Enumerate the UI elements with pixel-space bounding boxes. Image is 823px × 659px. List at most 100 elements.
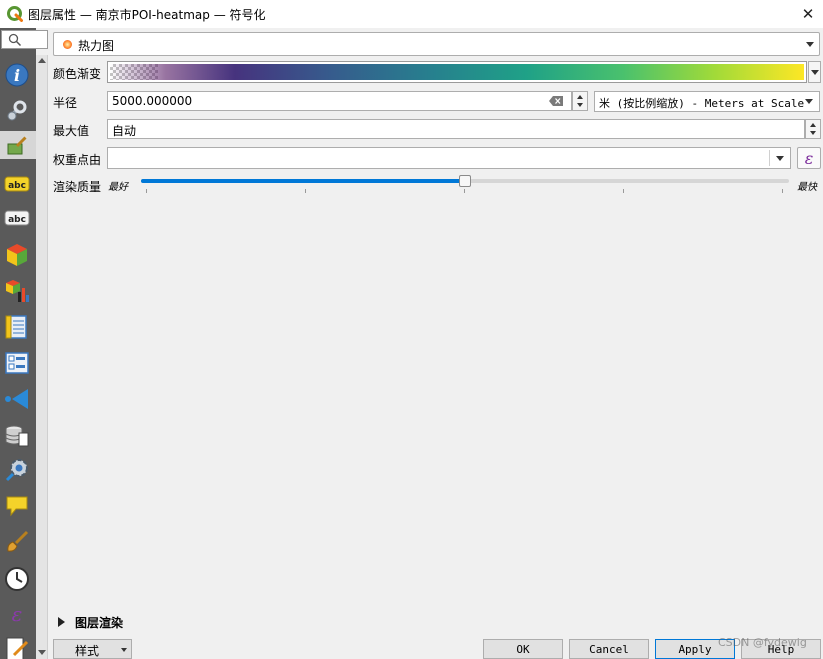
weight-label: 权重点由 bbox=[53, 153, 102, 167]
svg-text:i: i bbox=[14, 66, 20, 85]
diagrams-icon bbox=[6, 280, 29, 302]
quality-label: 渲染质量 bbox=[53, 180, 102, 194]
close-icon: ✕ bbox=[801, 5, 815, 23]
divider bbox=[769, 150, 770, 166]
color-ramp-menu-button[interactable] bbox=[808, 61, 821, 83]
variables-icon: ε bbox=[12, 602, 23, 626]
max-value-spinbox-buttons[interactable] bbox=[805, 119, 821, 139]
scroll-up-arrow-icon[interactable] bbox=[38, 58, 46, 63]
sidebar-item-fields[interactable] bbox=[3, 313, 31, 341]
quality-max-label: 最快 bbox=[797, 182, 817, 193]
ok-button[interactable]: OK bbox=[483, 639, 563, 659]
renderer-type-combo[interactable]: 热力图 bbox=[53, 32, 820, 56]
cancel-button-label: Cancel bbox=[589, 642, 629, 656]
sidebar-item-joins[interactable] bbox=[3, 385, 31, 413]
layer-rendering-section[interactable]: 图层渲染 bbox=[75, 614, 123, 631]
sidebar-item-diagrams[interactable] bbox=[3, 277, 31, 305]
spin-down-icon[interactable] bbox=[810, 131, 816, 135]
labels-icon: abc bbox=[4, 176, 30, 192]
apply-button-label: Apply bbox=[678, 642, 712, 656]
symbology-icon bbox=[7, 133, 31, 155]
slider-tick bbox=[464, 189, 465, 193]
expand-arrow-icon[interactable] bbox=[58, 617, 65, 627]
sidebar-item-labels[interactable]: abc bbox=[3, 170, 31, 198]
watermark: CSDN @fydewig bbox=[718, 636, 807, 649]
spin-down-icon[interactable] bbox=[577, 103, 583, 107]
clear-icon[interactable] bbox=[549, 96, 563, 106]
actions-icon bbox=[5, 459, 28, 482]
source-icon bbox=[7, 100, 27, 121]
slider-tick bbox=[146, 189, 147, 193]
information-icon: i bbox=[5, 63, 29, 87]
radius-value: 5000.000000 bbox=[112, 94, 193, 108]
radius-spinbox-buttons[interactable] bbox=[572, 91, 588, 111]
color-ramp-label: 颜色渐变 bbox=[53, 67, 102, 81]
search-icon bbox=[8, 33, 22, 47]
style-button-label: 样式 bbox=[75, 644, 100, 658]
3d-view-icon bbox=[7, 244, 27, 266]
sidebar-item-temporal[interactable] bbox=[3, 565, 31, 593]
sidebar-item-actions[interactable] bbox=[3, 455, 31, 483]
sidebar-item-display[interactable] bbox=[3, 492, 31, 520]
expression-button[interactable]: ε bbox=[797, 147, 821, 169]
qgis-logo-icon bbox=[7, 6, 23, 22]
max-value-input[interactable]: 自动 bbox=[107, 119, 805, 139]
svg-text:ε: ε bbox=[12, 602, 23, 626]
sidebar-item-attributes-form[interactable] bbox=[3, 349, 31, 377]
slider-tick bbox=[782, 189, 783, 193]
sidebar-scrollbar[interactable] bbox=[36, 55, 48, 659]
color-ramp-button[interactable] bbox=[107, 61, 807, 83]
auxiliary-storage-icon bbox=[5, 425, 29, 447]
sidebar-item-metadata[interactable] bbox=[3, 634, 31, 659]
rendering-icon bbox=[7, 530, 29, 552]
chevron-down-icon bbox=[811, 70, 819, 75]
chevron-down-icon bbox=[805, 99, 813, 104]
sidebar-item-rendering[interactable] bbox=[3, 528, 31, 556]
radius-unit-value: 米 (按比例缩放) - Meters at Scale bbox=[599, 97, 805, 110]
sidebar-item-symbology[interactable] bbox=[0, 131, 36, 159]
heatmap-renderer-icon bbox=[63, 40, 72, 49]
slider-tick bbox=[305, 189, 306, 193]
window-title: 图层属性 — 南京市POI-heatmap — 符号化 bbox=[28, 8, 266, 22]
slider-tick bbox=[623, 189, 624, 193]
chevron-down-icon bbox=[806, 42, 814, 47]
close-button[interactable]: ✕ bbox=[793, 0, 823, 28]
joins-icon bbox=[5, 389, 28, 409]
sidebar-item-auxiliary-storage[interactable] bbox=[3, 421, 31, 449]
spin-up-icon[interactable] bbox=[577, 95, 583, 99]
sidebar-search-input[interactable] bbox=[1, 30, 48, 49]
chevron-down-icon bbox=[121, 648, 127, 652]
metadata-icon bbox=[6, 637, 29, 659]
color-ramp-preview bbox=[110, 64, 804, 80]
radius-label: 半径 bbox=[53, 96, 78, 110]
quality-slider-fill bbox=[141, 179, 465, 183]
masks-icon: abc bbox=[4, 210, 30, 226]
title-bar: 图层属性 — 南京市POI-heatmap — 符号化 ✕ bbox=[0, 0, 823, 28]
svg-text:abc: abc bbox=[8, 181, 26, 191]
sidebar-item-3d-view[interactable] bbox=[3, 241, 31, 269]
quality-min-label: 最好 bbox=[108, 182, 128, 193]
quality-slider-handle[interactable] bbox=[459, 175, 471, 187]
sidebar-item-information[interactable]: i bbox=[3, 61, 31, 89]
expression-icon: ε bbox=[804, 148, 814, 168]
weight-field-combo[interactable] bbox=[107, 147, 791, 169]
style-button[interactable]: 样式 bbox=[53, 639, 132, 659]
temporal-icon bbox=[5, 567, 29, 591]
max-value-value: 自动 bbox=[112, 124, 137, 138]
sidebar-item-masks[interactable]: abc bbox=[3, 204, 31, 232]
fields-icon bbox=[5, 315, 27, 339]
svg-text:abc: abc bbox=[8, 215, 26, 225]
chevron-down-icon bbox=[776, 156, 784, 161]
radius-input[interactable]: 5000.000000 bbox=[107, 91, 572, 111]
attributes-form-icon bbox=[5, 352, 29, 374]
cancel-button[interactable]: Cancel bbox=[569, 639, 649, 659]
ok-button-label: OK bbox=[516, 642, 530, 656]
spin-up-icon[interactable] bbox=[810, 123, 816, 127]
radius-unit-combo[interactable]: 米 (按比例缩放) - Meters at Scale bbox=[594, 91, 820, 112]
sidebar-item-source[interactable] bbox=[3, 97, 31, 125]
display-icon bbox=[6, 496, 28, 517]
renderer-type-label: 热力图 bbox=[78, 39, 115, 53]
scroll-down-arrow-icon[interactable] bbox=[38, 650, 46, 655]
max-value-label: 最大值 bbox=[53, 124, 90, 138]
sidebar-item-variables[interactable]: ε bbox=[3, 600, 31, 628]
